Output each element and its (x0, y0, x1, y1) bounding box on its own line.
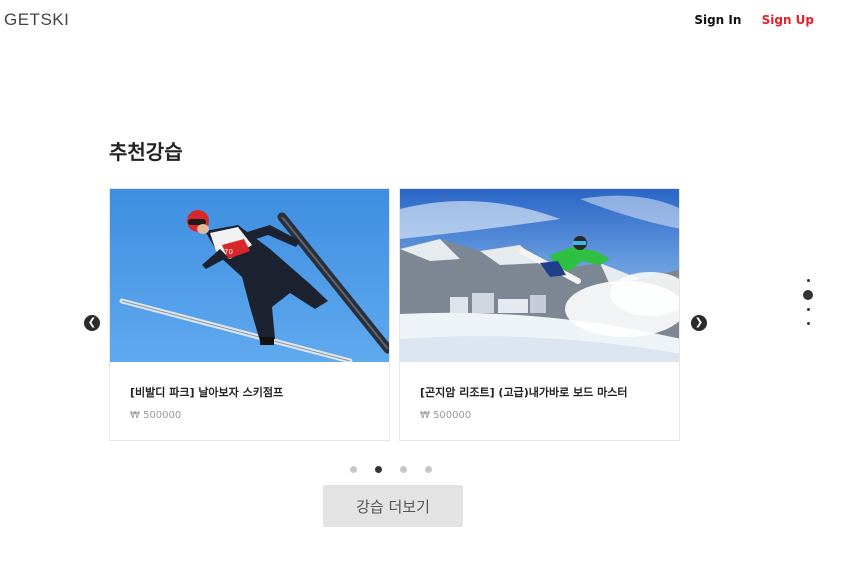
snowboarder-photo (400, 189, 679, 362)
lesson-card[interactable]: [곤지암 리조트] (고급)내가바로 보드 마스터 ₩ 500000 (399, 188, 680, 441)
sign-in-link[interactable]: Sign In (694, 13, 741, 27)
carousel-dot-active[interactable] (375, 466, 382, 473)
auth-links: Sign In Sign Up (694, 13, 814, 27)
side-pager (801, 279, 815, 325)
lesson-card-title: [곤지암 리조트] (고급)내가바로 보드 마스터 (420, 386, 628, 399)
side-pager-dot[interactable] (806, 322, 810, 325)
ski-jumper-photo: 70 (110, 189, 389, 362)
chevron-left-icon: ❮ (87, 317, 97, 328)
lesson-card-title: [비발디 파크] 날아보자 스키점프 (130, 386, 284, 399)
side-pager-dot[interactable] (806, 279, 810, 282)
side-pager-dot[interactable] (806, 308, 810, 311)
lesson-card-price: ₩ 500000 (420, 410, 472, 421)
lesson-card[interactable]: 70 [비발디 파크] 날아보자 스키점프 ₩ 500000 (109, 188, 390, 441)
more-lessons-button[interactable]: 강습 더보기 (323, 485, 463, 527)
carousel-dots (350, 466, 432, 473)
carousel-dot[interactable] (400, 466, 407, 473)
carousel-next-button[interactable]: ❯ (691, 315, 707, 331)
sign-up-link[interactable]: Sign Up (762, 13, 814, 27)
lesson-card-price: ₩ 500000 (130, 410, 182, 421)
chevron-right-icon: ❯ (694, 317, 704, 328)
section-title: 추천강습 (109, 140, 183, 164)
carousel-dot[interactable] (350, 466, 357, 473)
carousel-dot[interactable] (425, 466, 432, 473)
side-pager-dot-active[interactable] (803, 290, 813, 300)
site-logo[interactable]: GETSKI (4, 10, 69, 30)
carousel-prev-button[interactable]: ❮ (84, 315, 100, 331)
